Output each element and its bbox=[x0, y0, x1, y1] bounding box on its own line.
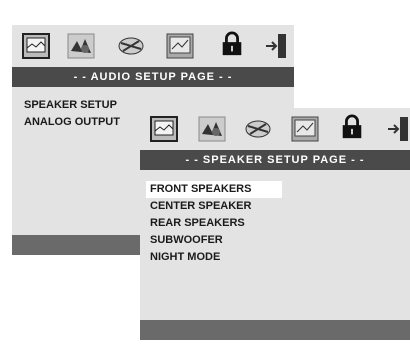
general-setup-icon[interactable] bbox=[22, 33, 50, 59]
audio-setup-icon[interactable] bbox=[198, 116, 226, 142]
preference-icon[interactable] bbox=[166, 33, 194, 59]
menu-item-night-mode[interactable]: NIGHT MODE bbox=[146, 249, 410, 266]
audio-setup-page-title: - - AUDIO SETUP PAGE - - bbox=[12, 67, 294, 87]
password-lock-icon[interactable] bbox=[338, 114, 366, 140]
speaker-setup-panel: - - SPEAKER SETUP PAGE - - FRONT SPEAKER… bbox=[140, 108, 410, 340]
password-lock-icon[interactable] bbox=[218, 31, 246, 57]
speaker-setup-menu: FRONT SPEAKERS CENTER SPEAKER REAR SPEAK… bbox=[146, 181, 410, 266]
menu-item-rear-speakers[interactable]: REAR SPEAKERS bbox=[146, 215, 410, 232]
preference-icon[interactable] bbox=[291, 116, 319, 142]
setup-toolbar bbox=[140, 108, 410, 150]
audio-setup-icon[interactable] bbox=[67, 33, 95, 59]
exit-icon[interactable] bbox=[386, 116, 410, 142]
general-setup-icon[interactable] bbox=[150, 116, 178, 142]
exit-icon[interactable] bbox=[264, 33, 292, 59]
menu-item-center-speaker[interactable]: CENTER SPEAKER bbox=[146, 198, 410, 215]
video-setup-icon[interactable] bbox=[244, 116, 272, 142]
setup-toolbar bbox=[12, 25, 294, 67]
video-setup-icon[interactable] bbox=[117, 33, 145, 59]
speaker-setup-page-title: - - SPEAKER SETUP PAGE - - bbox=[140, 150, 410, 170]
speaker-setup-footer bbox=[140, 320, 410, 340]
menu-item-front-speakers[interactable]: FRONT SPEAKERS bbox=[146, 181, 282, 198]
menu-item-subwoofer[interactable]: SUBWOOFER bbox=[146, 232, 410, 249]
